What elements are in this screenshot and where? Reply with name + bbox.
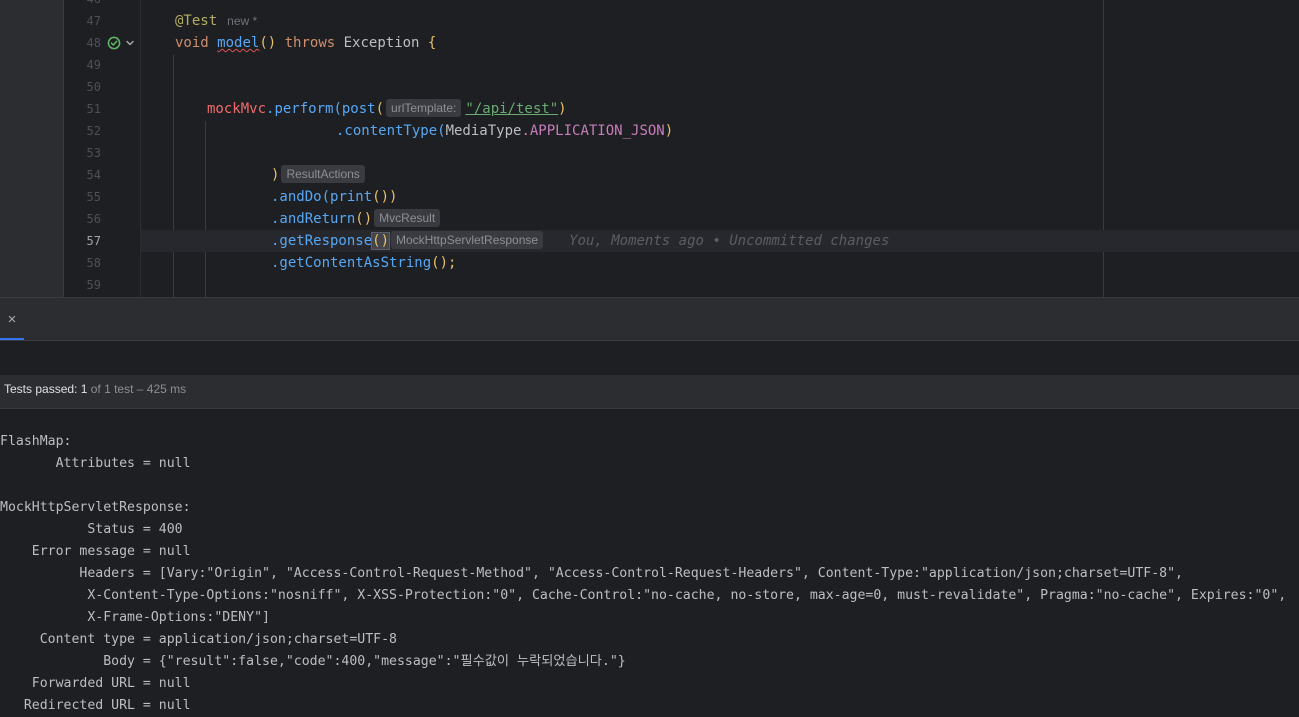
paren-token: ()) <box>372 189 398 205</box>
line-number: 47 <box>86 14 101 28</box>
line-number: 50 <box>86 80 101 94</box>
line-number: 48 <box>86 36 101 50</box>
status-summary: of 1 test – 425 ms <box>90 382 187 396</box>
test-status-row: Tests passed: 1 of 1 test – 425 ms <box>0 375 1299 409</box>
line-number: 52 <box>86 124 101 138</box>
paren-token: ) <box>664 123 674 139</box>
status-passed-count: 1 <box>80 382 88 396</box>
code-line[interactable]: 59 <box>0 274 1299 296</box>
console-line: FlashMap: <box>0 434 72 449</box>
code-line[interactable]: 50 <box>0 76 1299 98</box>
console-line: Attributes = null <box>0 456 191 471</box>
console-line: Error message = null <box>0 544 191 559</box>
class-token: MediaType <box>445 123 522 139</box>
tool-window-toolbar <box>0 340 1299 376</box>
line-number: 51 <box>86 102 101 116</box>
class-token: Exception <box>343 35 420 51</box>
code-editor[interactable]: 46 47 @Test new * 48 void model() throws … <box>0 0 1299 297</box>
run-tool-window: × Tests passed: 1 of 1 test – 425 ms Fla… <box>0 297 1299 713</box>
code-line[interactable]: 55 .andDo(print()) <box>0 186 1299 208</box>
code-line-current[interactable]: 57 .getResponse() MockHttpServletResponse… <box>0 230 1299 252</box>
paren-token: () <box>371 232 391 250</box>
code-line[interactable]: 56 .andReturn() MvcResult <box>0 208 1299 230</box>
console-line: X-Content-Type-Options:"nosniff", X-XSS-… <box>0 588 1287 603</box>
console-line: X-Frame-Options:"DENY"] <box>0 610 270 625</box>
method-token: .perform( <box>266 101 342 117</box>
variable-token: mockMvc <box>207 101 267 117</box>
type-hint: MockHttpServletResponse <box>391 231 544 249</box>
line-number: 49 <box>86 58 101 72</box>
string-token: "/api/test" <box>465 101 559 117</box>
method-token: .getContentAsString <box>271 255 432 271</box>
console-line: MockHttpServletResponse: <box>0 500 191 515</box>
type-hint: ResultActions <box>281 165 365 183</box>
method-name-token: model <box>217 35 260 51</box>
code-line[interactable]: 47 @Test new * <box>0 10 1299 32</box>
code-line[interactable]: 46 <box>0 0 1299 10</box>
console-line: Redirected URL = null <box>0 698 191 713</box>
console-line: Body = {"result":false,"code":400,"messa… <box>0 654 626 669</box>
method-token: .contentType( <box>336 123 446 139</box>
keyword-token: throws <box>284 35 336 51</box>
line-number: 54 <box>86 168 101 182</box>
line-number: 59 <box>86 278 101 292</box>
paren-token: (); <box>431 255 457 271</box>
method-token: post <box>341 101 376 117</box>
parens-token: () <box>259 35 277 51</box>
status-label: Tests passed: <box>4 382 78 396</box>
console-line: Forwarded URL = null <box>0 676 191 691</box>
line-number: 55 <box>86 190 101 204</box>
tool-window-tab-bar: × <box>0 297 1299 341</box>
constant-token: .APPLICATION_JSON <box>521 123 665 139</box>
method-token: .andDo( <box>271 189 331 205</box>
test-passed-run-icon[interactable] <box>107 36 121 50</box>
line-number: 58 <box>86 256 101 270</box>
parameter-hint: urlTemplate: <box>386 99 462 117</box>
chevron-down-icon[interactable] <box>125 38 135 48</box>
code-line[interactable]: 52 .contentType(MediaType.APPLICATION_JS… <box>0 120 1299 142</box>
new-label: new * <box>227 14 258 28</box>
paren-token: () <box>355 211 373 227</box>
git-blame-annotation: You, Moments ago • Uncommitted changes <box>569 233 890 249</box>
console-line: Content type = application/json;charset=… <box>0 632 397 647</box>
annotation-token: @Test <box>175 13 218 29</box>
console-output[interactable]: FlashMap: Attributes = null MockHttpServ… <box>0 431 1299 717</box>
line-number: 46 <box>64 0 101 10</box>
code-line[interactable]: 58 .getContentAsString(); <box>0 252 1299 274</box>
console-line: Headers = [Vary:"Origin", "Access-Contro… <box>0 566 1183 581</box>
line-number: 53 <box>86 146 101 160</box>
method-token: print <box>330 189 373 205</box>
console-line: Status = 400 <box>0 522 183 537</box>
line-number: 56 <box>86 212 101 226</box>
method-token: .getResponse <box>271 233 373 249</box>
code-line[interactable]: 49 <box>0 54 1299 76</box>
type-hint: MvcResult <box>374 209 441 227</box>
brace-token: { <box>427 35 437 51</box>
code-line[interactable]: 54 ) ResultActions <box>0 164 1299 186</box>
code-line[interactable]: 48 void model() throws Exception { <box>0 32 1299 54</box>
code-line[interactable]: 53 <box>0 142 1299 164</box>
paren-token: ) <box>271 167 280 183</box>
line-number: 57 <box>86 234 101 248</box>
method-token: .andReturn <box>271 211 356 227</box>
test-status-text: Tests passed: 1 of 1 test – 425 ms <box>4 375 186 403</box>
code-line[interactable]: 51 mockMvc.perform(post(urlTemplate: "/ap… <box>0 98 1299 120</box>
close-tab-button[interactable]: × <box>0 298 24 341</box>
paren-token: ) <box>558 101 567 117</box>
keyword-token: void <box>175 35 209 51</box>
